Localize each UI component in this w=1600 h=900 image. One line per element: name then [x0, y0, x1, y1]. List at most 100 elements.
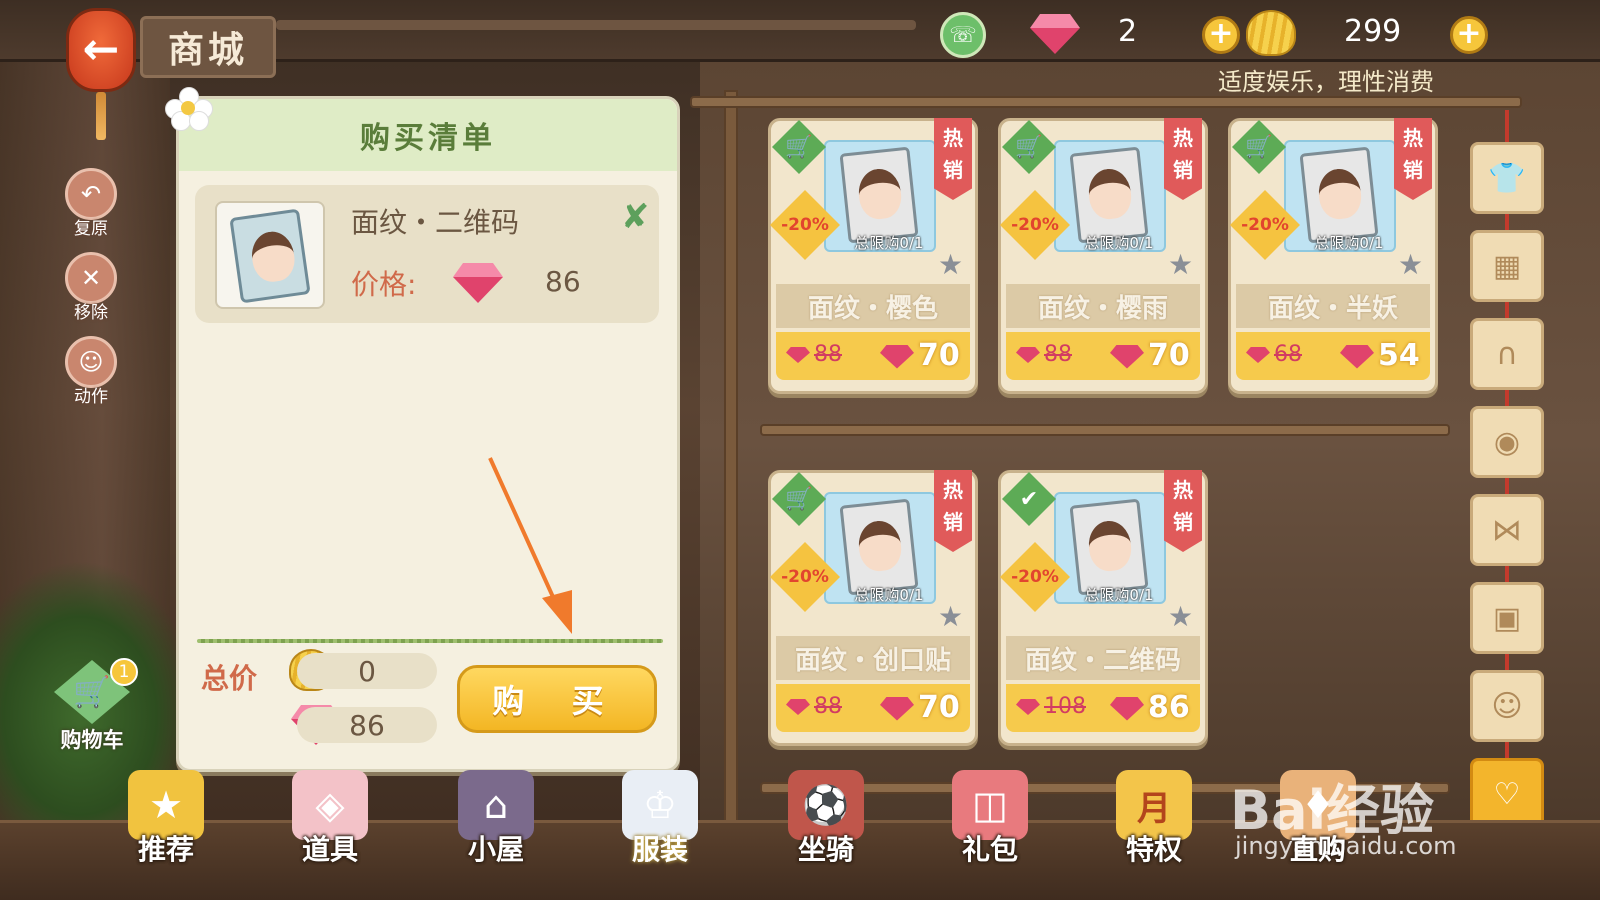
sale-price-value: 70 — [918, 338, 960, 373]
hot-sale-tag: 热 销 — [934, 118, 972, 200]
nav-tab-fox-mask[interactable]: ◈ 道具 — [270, 770, 390, 868]
category-tab-hat[interactable]: ◉ — [1470, 406, 1544, 478]
hot-sale-tag: 热 销 — [1164, 470, 1202, 552]
product-price-bar: 88 70 — [776, 332, 970, 380]
product-card[interactable]: 🛒 热 销 -20% 总限购0/1 ★ 面纹・樱色 88 70 — [768, 118, 978, 398]
nav-tab-house[interactable]: ⌂ 小屋 — [436, 770, 556, 868]
purchase-list-header: 购买清单 — [179, 99, 677, 171]
sale-price-value: 70 — [1148, 338, 1190, 373]
favorite-star-icon[interactable]: ★ — [938, 600, 963, 633]
category-tab-bow[interactable]: ⋈ — [1470, 494, 1544, 566]
remove-icon: ✕ — [65, 252, 117, 304]
buy-button[interactable]: 购 买 — [457, 665, 657, 733]
original-price: 88 — [1016, 342, 1072, 367]
original-price: 88 — [786, 694, 842, 719]
cart-item-thumbnail — [215, 201, 325, 309]
nav-tab-sailor-uniform[interactable]: ♔ 服装 — [600, 770, 720, 868]
product-name-bar: 面纹・二维码 — [1006, 636, 1200, 680]
back-button[interactable]: ← — [66, 8, 136, 92]
product-card[interactable]: 🛒 热 销 -20% 总限购0/1 ★ 面纹・创口贴 88 70 — [768, 470, 978, 750]
category-tab-backpack[interactable]: ▣ — [1470, 582, 1544, 654]
character-face-icon — [1316, 166, 1364, 221]
total-gem-pill: 86 — [297, 707, 437, 743]
original-price-value: 88 — [814, 694, 842, 719]
character-face-icon — [1086, 518, 1134, 573]
nav-tab-monthly-card[interactable]: 月 特权 — [1094, 770, 1214, 868]
nav-label: 服装 — [631, 833, 688, 866]
nav-tab-gift[interactable]: ◫ 礼包 — [930, 770, 1050, 868]
original-price-value: 108 — [1044, 694, 1086, 719]
purchase-limit: 总限购0/1 — [1084, 586, 1154, 604]
favorite-star-icon[interactable]: ★ — [1398, 248, 1423, 281]
sale-price-value: 86 — [1148, 690, 1190, 725]
hat-icon: ◉ — [1493, 424, 1521, 460]
watermark-url: jingyan.baidu.com — [1235, 832, 1457, 860]
customer-service-icon[interactable]: ☏ — [940, 12, 986, 58]
restore-button[interactable]: ↶ 复原 — [64, 168, 118, 239]
character-face-icon — [1086, 166, 1134, 221]
nav-tab-star[interactable]: ★ 推荐 — [106, 770, 226, 868]
add-gem-button[interactable]: + — [1202, 16, 1240, 54]
nav-tab-bicycle[interactable]: ⚽ 坐骑 — [766, 770, 886, 868]
purchase-limit: 总限购0/1 — [1084, 234, 1154, 252]
product-card[interactable]: 🛒 热 销 -20% 总限购0/1 ★ 面纹・半妖 68 54 — [1228, 118, 1438, 398]
cart-label: 购物车 — [60, 728, 124, 752]
favorite-star-icon[interactable]: ★ — [1168, 600, 1193, 633]
product-name: 面纹・樱色 — [807, 293, 938, 324]
lantern-tassel — [96, 92, 106, 140]
category-tab-shorts[interactable]: ▦ — [1470, 230, 1544, 302]
cart-item-price: 86 — [545, 265, 581, 298]
product-card[interactable]: ✔ 热 销 -20% 总限购0/1 ★ 面纹・二维码 108 86 — [998, 470, 1208, 750]
gem-icon — [880, 344, 914, 369]
consumption-notice: 适度娱乐，理性消费 — [1218, 68, 1434, 96]
category-tab-hair[interactable]: ☺ — [1470, 670, 1544, 742]
hot-sale-tag: 热 销 — [934, 470, 972, 552]
original-price-value: 88 — [814, 342, 842, 367]
sale-price-value: 70 — [918, 690, 960, 725]
rack-middle-beam — [760, 424, 1450, 436]
original-price: 68 — [1246, 342, 1302, 367]
add-shell-button[interactable]: + — [1450, 16, 1488, 54]
gem-icon — [1110, 344, 1144, 369]
category-tab-sandals[interactable]: ∩ — [1470, 318, 1544, 390]
purchase-limit: 总限购0/1 — [854, 234, 924, 252]
purchase-list-title: 购买清单 — [360, 121, 496, 156]
nav-label: 礼包 — [961, 833, 1018, 866]
total-gem-value: 86 — [349, 709, 385, 742]
product-price-bar: 88 70 — [1006, 332, 1200, 380]
sale-price: 70 — [880, 690, 960, 725]
page-title: 商城 — [167, 30, 248, 71]
rack-top-beam — [690, 96, 1522, 108]
sale-price: 54 — [1340, 338, 1420, 373]
backpack-icon: ▣ — [1492, 600, 1522, 636]
product-name: 面纹・樱雨 — [1037, 293, 1168, 324]
gem-icon — [1246, 347, 1270, 363]
title-rail — [276, 20, 916, 30]
remove-button[interactable]: ✕ 移除 — [64, 252, 118, 323]
nav-label: 推荐 — [137, 833, 194, 866]
action-label: 动作 — [74, 387, 108, 407]
gem-icon — [1016, 699, 1040, 715]
product-price-bar: 108 86 — [1006, 684, 1200, 732]
remove-label: 移除 — [74, 303, 108, 323]
remove-item-icon[interactable]: ✘ — [621, 197, 650, 237]
cart-item-price-label: 价格: — [351, 268, 417, 301]
character-face-icon — [856, 518, 904, 573]
hot-sale-tag: 热 销 — [1394, 118, 1432, 200]
product-name: 面纹・半妖 — [1267, 293, 1398, 324]
product-price-bar: 68 54 — [1236, 332, 1430, 380]
action-button[interactable]: ☺ 动作 — [64, 336, 118, 407]
shell-count: 299 — [1344, 14, 1402, 49]
character-face-icon — [248, 228, 298, 285]
shopping-cart-button[interactable]: 🛒 1 购物车 — [50, 658, 138, 754]
category-tab-shirt[interactable]: 👕 — [1470, 142, 1544, 214]
product-name: 面纹・二维码 — [1024, 645, 1181, 676]
favorite-star-icon[interactable]: ★ — [1168, 248, 1193, 281]
buy-label: 购 买 — [492, 682, 622, 720]
product-card[interactable]: 🛒 热 销 -20% 总限购0/1 ★ 面纹・樱雨 88 70 — [998, 118, 1208, 398]
product-price-bar: 88 70 — [776, 684, 970, 732]
gem-icon — [786, 699, 810, 715]
cart-item-row: 面纹・二维码 ✘ 价格: 86 — [195, 185, 659, 323]
nav-label: 道具 — [301, 833, 358, 866]
favorite-star-icon[interactable]: ★ — [938, 248, 963, 281]
